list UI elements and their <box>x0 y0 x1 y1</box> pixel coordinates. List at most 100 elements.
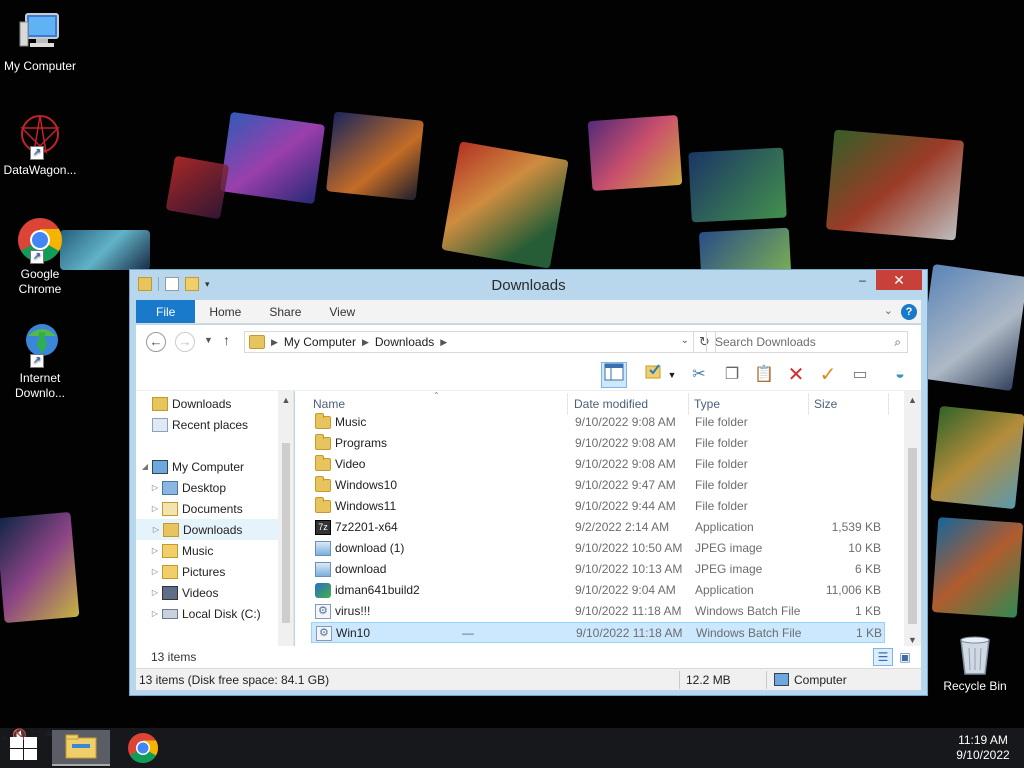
expand-arrow-icon[interactable]: ▷ <box>151 525 161 534</box>
nav-item-recent-places[interactable]: Recent places <box>150 414 292 435</box>
breadcrumb-separator-icon[interactable]: ▶ <box>440 337 447 348</box>
expand-arrow-icon[interactable]: ◢ <box>140 462 150 471</box>
close-button[interactable]: ✕ <box>876 270 922 290</box>
nav-item-local-disk[interactable]: ▷ Local Disk (C:) <box>150 603 292 624</box>
desktop-icon-label: DataWagon... <box>3 163 77 177</box>
tab-share[interactable]: Share <box>255 300 315 323</box>
recycle-bin-icon <box>955 632 995 676</box>
taskbar-file-explorer[interactable] <box>52 730 110 766</box>
column-separator[interactable] <box>888 393 889 415</box>
scroll-thumb[interactable] <box>908 448 917 624</box>
file-row-music[interactable]: Music 9/10/2022 9:08 AM File folder <box>311 412 885 433</box>
file-row-programs[interactable]: Programs 9/10/2022 9:08 AM File folder <box>311 433 885 454</box>
recent-locations-icon[interactable]: ▼ <box>204 335 213 345</box>
details-view-icon[interactable]: ☰ <box>873 648 893 666</box>
nav-item-desktop[interactable]: ▷ Desktop <box>150 477 292 498</box>
scroll-up-icon[interactable]: ▲ <box>904 395 921 405</box>
computer-icon <box>16 8 64 56</box>
nav-item-pictures[interactable]: ▷ Pictures <box>150 561 292 582</box>
nav-item-downloads[interactable]: ▷ Downloads <box>136 519 278 540</box>
file-row-video[interactable]: Video 9/10/2022 9:08 AM File folder <box>311 454 885 475</box>
batch-file-icon <box>316 626 332 641</box>
start-button[interactable] <box>8 736 38 760</box>
checkmark-icon[interactable]: ✓ <box>815 362 841 388</box>
file-row-7z2201-x64[interactable]: 7z 7z2201-x64 9/2/2022 2:14 AM Applicati… <box>311 517 885 538</box>
expand-arrow-icon[interactable]: ▷ <box>150 546 160 555</box>
large-icons-view-icon[interactable]: ▣ <box>895 648 915 666</box>
status-location: Computer <box>794 673 847 687</box>
tab-file[interactable]: File <box>136 300 196 323</box>
expand-arrow-icon[interactable]: ▷ <box>150 567 160 576</box>
desktop-icon-label: Google Chrome <box>18 267 62 296</box>
preview-pane-button[interactable] <box>601 362 627 388</box>
paste-icon[interactable]: 📋 <box>751 362 777 388</box>
chevron-down-icon[interactable]: ⌄ <box>681 335 689 346</box>
file-list-scrollbar[interactable]: ▲ ▼ <box>904 391 921 647</box>
breadcrumb-separator-icon[interactable]: ▶ <box>271 337 278 348</box>
breadcrumb-my-computer[interactable]: My Computer <box>284 335 356 349</box>
desktop-icon-my-computer[interactable]: My Computer <box>0 8 80 74</box>
nav-item-downloads-quick[interactable]: Downloads <box>150 393 292 414</box>
minimize-button[interactable]: – <box>850 270 875 290</box>
chevron-down-icon[interactable]: ⌄ <box>884 304 893 317</box>
wallpaper-tile <box>931 517 1024 618</box>
file-row-idman641build2[interactable]: idman641build2 9/10/2022 9:04 AM Applica… <box>311 580 885 601</box>
checklist-icon <box>645 364 661 379</box>
file-row-win10[interactable]: Win10 — 9/10/2022 11:18 AM Windows Batch… <box>311 622 885 643</box>
status-size: 12.2 MB <box>686 673 731 687</box>
search-input[interactable]: Search Downloads ⌕ <box>706 331 908 353</box>
system-clock[interactable]: 11:19 AM 9/10/2022 <box>948 733 1018 763</box>
wallpaper-tile <box>917 263 1024 392</box>
explorer-window[interactable]: ▾ Downloads – ✕ File Home Share View ⌄ ?… <box>129 269 928 696</box>
nav-item-music[interactable]: ▷ Music <box>150 540 292 561</box>
delete-icon[interactable]: ✕ <box>783 362 809 388</box>
desktop-icon-google-chrome[interactable]: ↗ Google Chrome <box>0 216 80 297</box>
desktop-icon-datawagon[interactable]: ↗ DataWagon... <box>0 112 80 178</box>
nav-item-videos[interactable]: ▷ Videos <box>150 582 292 603</box>
search-icon[interactable]: ⌕ <box>894 335 901 350</box>
status-separator <box>766 671 767 689</box>
desktop-icon-internet-download-manager[interactable]: ↗ Internet Downlo... <box>0 320 80 401</box>
expand-arrow-icon[interactable]: ▷ <box>150 504 160 513</box>
expand-arrow-icon[interactable]: ▷ <box>150 609 160 618</box>
taskbar-google-chrome[interactable] <box>114 730 172 766</box>
nav-scrollbar[interactable]: ▲ ▼ <box>278 391 293 668</box>
expand-arrow-icon[interactable]: ▷ <box>150 483 160 492</box>
file-row-download[interactable]: download 9/10/2022 10:13 AM JPEG image 6… <box>311 559 885 580</box>
breadcrumb-downloads[interactable]: Downloads <box>375 335 434 349</box>
7zip-app-icon: 7z <box>315 520 331 535</box>
tab-view[interactable]: View <box>315 300 369 323</box>
select-all-button[interactable] <box>641 362 667 388</box>
nav-item-my-computer[interactable]: ◢ My Computer <box>140 456 278 477</box>
rename-icon[interactable]: ▭ <box>847 362 873 388</box>
idm-app-icon <box>315 583 331 598</box>
back-button[interactable]: ← <box>146 332 166 352</box>
file-explorer-icon <box>65 734 97 759</box>
search-placeholder: Search Downloads <box>715 335 816 349</box>
wallpaper-tile <box>441 141 569 269</box>
file-row-windows11[interactable]: Windows11 9/10/2022 9:44 AM File folder <box>311 496 885 517</box>
cut-icon[interactable]: ✂ <box>686 362 712 388</box>
file-row-windows10[interactable]: Windows10 9/10/2022 9:47 AM File folder <box>311 475 885 496</box>
wallpaper-tile <box>825 129 965 241</box>
chevron-down-icon[interactable]: ▼ <box>666 362 678 388</box>
address-bar[interactable]: ▶ My Computer ▶ Downloads ▶ ⌄ <box>244 331 694 353</box>
scroll-down-icon[interactable]: ▼ <box>904 635 921 645</box>
up-button[interactable]: ↑ <box>223 332 230 348</box>
preview-pane-icon <box>604 363 624 381</box>
forward-button[interactable]: → <box>175 332 195 352</box>
copy-icon[interactable]: ❐ <box>719 362 745 388</box>
title-bar[interactable]: ▾ Downloads – ✕ <box>130 270 927 300</box>
tab-home[interactable]: Home <box>195 300 255 323</box>
file-row-virus[interactable]: virus!!! 9/10/2022 11:18 AM Windows Batc… <box>311 601 885 622</box>
scroll-up-icon[interactable]: ▲ <box>278 395 293 405</box>
expand-arrow-icon[interactable]: ▷ <box>150 588 160 597</box>
shell-icon[interactable]: ◒ <box>887 362 913 388</box>
folder-icon <box>315 434 331 450</box>
help-icon[interactable]: ? <box>901 304 917 320</box>
file-row-download-1[interactable]: download (1) 9/10/2022 10:50 AM JPEG ima… <box>311 538 885 559</box>
desktop-icon-recycle-bin[interactable]: Recycle Bin <box>935 632 1015 694</box>
scroll-thumb[interactable] <box>282 443 290 623</box>
nav-item-documents[interactable]: ▷ Documents <box>150 498 292 519</box>
breadcrumb-separator-icon[interactable]: ▶ <box>362 337 369 348</box>
